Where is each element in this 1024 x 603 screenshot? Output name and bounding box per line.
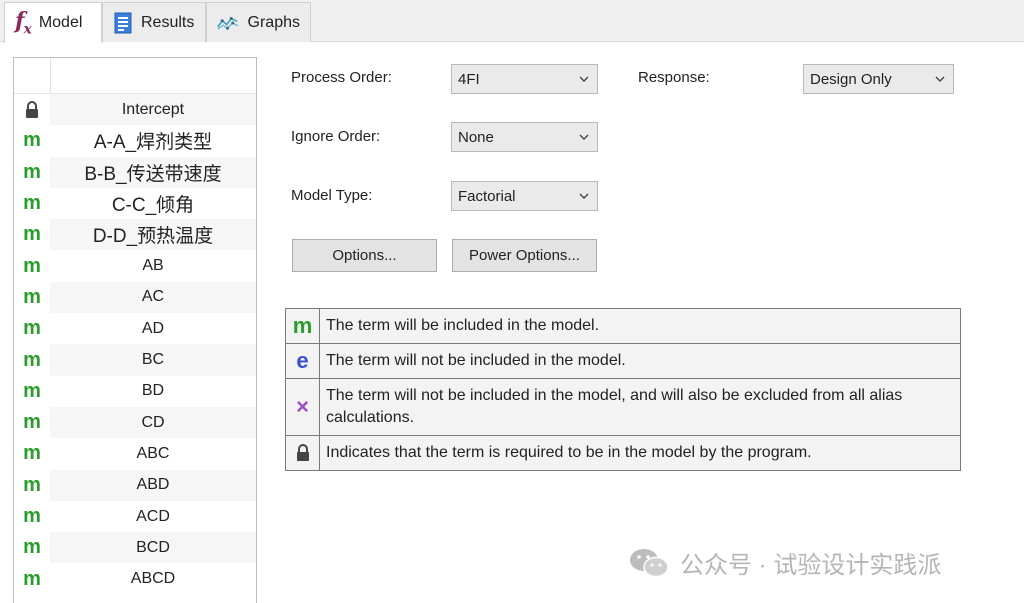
term-row[interactable]: m BC xyxy=(14,344,256,376)
graphs-icon xyxy=(217,16,239,30)
watermark: 公众号 · 试验设计实践派 xyxy=(628,545,941,580)
term-label: BC xyxy=(50,344,256,376)
legend-text: The term will not be included in the mod… xyxy=(326,352,626,369)
term-row[interactable]: m A-A_焊剂类型 xyxy=(14,125,256,156)
ignore-order-label: Ignore Order: xyxy=(291,128,381,145)
term-label: AB xyxy=(142,257,164,275)
legend-row: m The term will be included in the model. xyxy=(286,309,960,344)
legend-text: The term will not be included in the mod… xyxy=(326,387,903,426)
term-label: ABD xyxy=(50,469,256,501)
lock-icon[interactable] xyxy=(14,94,50,125)
response-label: Response: xyxy=(638,69,710,86)
model-term-list: Intercept m A-A_焊剂类型 m B-B_传送带速度 m C-C_倾角 m D-D_… xyxy=(13,57,257,603)
tab-results[interactable]: Results xyxy=(102,2,206,42)
include-m-icon[interactable]: m xyxy=(14,501,50,532)
lock-glyph-icon xyxy=(26,100,38,118)
term-row[interactable]: m ABC xyxy=(14,438,256,469)
term-list-header xyxy=(14,58,256,94)
options-button[interactable]: Options... xyxy=(292,239,437,272)
lock-icon xyxy=(286,436,320,470)
term-row[interactable]: m BD xyxy=(14,376,256,407)
process-order-label: Process Order: xyxy=(291,69,392,86)
term-label: C-C_倾角 xyxy=(111,195,195,217)
ignore-order-value: None xyxy=(458,128,494,146)
include-m-icon[interactable]: m xyxy=(14,532,50,563)
fx-icon: fx xyxy=(15,8,32,38)
term-label: D-D_预热温度 xyxy=(50,219,256,251)
chevron-down-icon xyxy=(579,193,589,199)
include-m-icon[interactable]: m xyxy=(14,250,50,281)
tab-graphs[interactable]: Graphs xyxy=(206,2,311,42)
legend-text: The term will be included in the model. xyxy=(326,317,600,334)
watermark-text: 公众号 · 试验设计实践派 xyxy=(680,552,942,579)
process-order-value: 4FI xyxy=(458,70,480,88)
term-row[interactable]: m AD xyxy=(14,313,256,344)
exclude-x-icon: × xyxy=(286,379,320,435)
include-m-icon[interactable]: m xyxy=(14,313,50,344)
term-label: AD xyxy=(141,319,165,337)
chevron-down-icon xyxy=(579,76,589,82)
include-m-icon[interactable]: m xyxy=(14,438,50,469)
include-m-icon[interactable]: m xyxy=(14,125,50,156)
chevron-down-icon xyxy=(579,134,589,140)
ignore-order-select[interactable]: None xyxy=(451,122,598,152)
tab-results-label: Results xyxy=(141,13,195,31)
include-m-icon[interactable]: m xyxy=(14,188,50,219)
tab-model-label: Model xyxy=(38,14,83,31)
legend-text: Indicates that the term is required to b… xyxy=(326,444,812,461)
include-m-icon: m xyxy=(286,309,320,343)
power-options-button[interactable]: Power Options... xyxy=(452,239,597,272)
include-m-icon[interactable]: m xyxy=(14,219,50,250)
term-row[interactable]: m ABCD xyxy=(14,563,256,594)
wechat-icon xyxy=(630,548,669,577)
term-legend: m The term will be included in the model.… xyxy=(285,308,961,471)
term-row[interactable]: m D-D_预热温度 xyxy=(14,219,256,251)
response-select[interactable]: Design Only xyxy=(803,64,954,94)
exclude-e-icon: e xyxy=(286,344,320,378)
model-type-select[interactable]: Factorial xyxy=(451,181,598,211)
model-type-value: Factorial xyxy=(458,187,516,205)
include-m-icon[interactable]: m xyxy=(14,376,50,407)
term-label: ABC xyxy=(136,444,170,462)
include-m-icon[interactable]: m xyxy=(14,563,50,594)
term-label: ACD xyxy=(136,507,170,525)
term-row[interactable]: m AC xyxy=(14,281,256,314)
term-row[interactable]: m CD xyxy=(14,406,256,439)
tab-graphs-label: Graphs xyxy=(247,13,300,31)
term-row[interactable]: m ABD xyxy=(14,469,256,501)
term-row[interactable]: Intercept xyxy=(14,94,256,126)
lock-glyph-icon xyxy=(296,444,309,461)
term-label: BCD xyxy=(50,532,256,564)
legend-row: Indicates that the term is required to b… xyxy=(286,436,960,470)
include-m-icon[interactable]: m xyxy=(14,344,50,375)
term-row[interactable]: m AB xyxy=(14,250,256,281)
term-row[interactable]: m C-C_倾角 xyxy=(14,188,256,219)
legend-row: e The term will not be included in the mo… xyxy=(286,344,960,379)
include-m-icon[interactable]: m xyxy=(14,282,50,313)
process-order-select[interactable]: 4FI xyxy=(451,64,598,94)
term-label: A-A_焊剂类型 xyxy=(93,132,213,154)
include-m-icon[interactable]: m xyxy=(14,407,50,438)
include-m-icon[interactable]: m xyxy=(14,157,50,188)
term-row[interactable]: m BCD xyxy=(14,532,256,564)
term-label: AC xyxy=(50,281,256,314)
term-label: Intercept xyxy=(50,94,256,126)
term-label: CD xyxy=(50,406,256,439)
term-label: ABCD xyxy=(130,570,176,588)
chevron-down-icon xyxy=(935,76,945,82)
term-label: BD xyxy=(141,382,165,400)
response-value: Design Only xyxy=(810,70,892,88)
tab-bar: fx Model Results Graphs xyxy=(0,0,1024,43)
term-row[interactable]: m B-B_传送带速度 xyxy=(14,156,256,188)
term-row[interactable]: m ACD xyxy=(14,501,256,532)
include-m-icon[interactable]: m xyxy=(14,470,50,501)
legend-row: × The term will not be included in the mo… xyxy=(286,379,960,436)
tab-model[interactable]: fx Model xyxy=(4,2,102,43)
model-type-label: Model Type: xyxy=(291,187,373,204)
results-icon xyxy=(114,12,132,33)
term-label: B-B_传送带速度 xyxy=(50,156,256,188)
